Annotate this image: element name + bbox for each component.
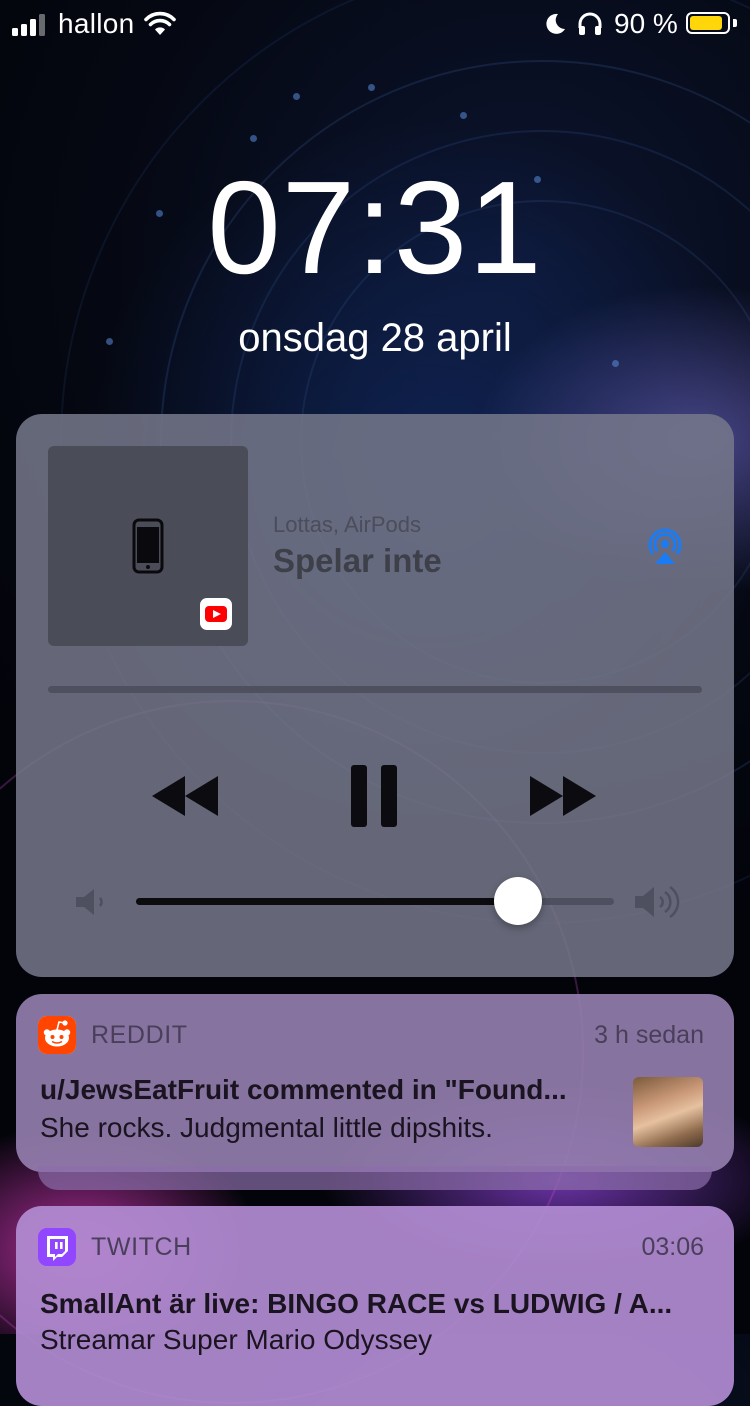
stacked-notifications-indicator[interactable]	[38, 1166, 712, 1190]
lock-screen-date: onsdag 28 april	[238, 316, 512, 360]
reddit-icon	[38, 1016, 76, 1054]
wifi-icon	[144, 11, 176, 35]
notification-title: u/JewsEatFruit commented in "Found...	[40, 1074, 567, 1105]
twitch-icon	[38, 1228, 76, 1266]
moon-icon	[546, 13, 565, 34]
notification-time: 03:06	[641, 1233, 704, 1261]
playback-progress-bar[interactable]	[48, 686, 702, 693]
notification-body: Streamar Super Mario Odyssey	[40, 1324, 433, 1355]
notification-app-name: REDDIT	[91, 1021, 188, 1049]
iphone-icon	[132, 518, 164, 574]
notification-twitch[interactable]: TWITCH 03:06 SmallAnt är live: BINGO RAC…	[16, 1206, 734, 1406]
notification-app-name: TWITCH	[91, 1233, 192, 1261]
volume-slider-thumb[interactable]	[494, 877, 542, 925]
battery-percentage: 90 %	[614, 8, 678, 39]
fast-forward-icon[interactable]	[528, 774, 598, 818]
now-playing-title: Spelar inte	[273, 542, 442, 579]
volume-slider-fill	[136, 898, 518, 905]
carrier-name: hallon	[58, 8, 135, 39]
battery-icon	[686, 12, 730, 34]
notification-reddit[interactable]: REDDIT 3 h sedan u/JewsEatFruit commente…	[16, 994, 734, 1172]
airplay-icon[interactable]	[643, 524, 687, 568]
battery-cap	[733, 19, 737, 27]
notification-title: SmallAnt är live: BINGO RACE vs LUDWIG /…	[40, 1288, 673, 1319]
youtube-icon	[200, 598, 232, 630]
headphones-icon	[578, 12, 602, 35]
notification-time: 3 h sedan	[594, 1021, 704, 1049]
audio-route: Lottas, AirPods	[273, 512, 421, 537]
volume-slider-track[interactable]	[136, 898, 614, 905]
pause-icon[interactable]	[349, 763, 399, 829]
volume-min-icon	[76, 889, 103, 915]
rewind-icon[interactable]	[150, 774, 220, 818]
signal-bars-icon	[12, 14, 50, 36]
notification-body: She rocks. Judgmental little dipshits.	[40, 1112, 493, 1143]
now-playing-widget: Lottas, AirPods Spelar inte	[16, 414, 734, 977]
notification-thumbnail	[633, 1077, 703, 1147]
album-artwork[interactable]	[48, 446, 248, 646]
volume-max-icon	[635, 885, 680, 919]
lock-screen-time: 07:31	[207, 154, 543, 301]
status-bar: hallon 90 %	[0, 0, 750, 50]
